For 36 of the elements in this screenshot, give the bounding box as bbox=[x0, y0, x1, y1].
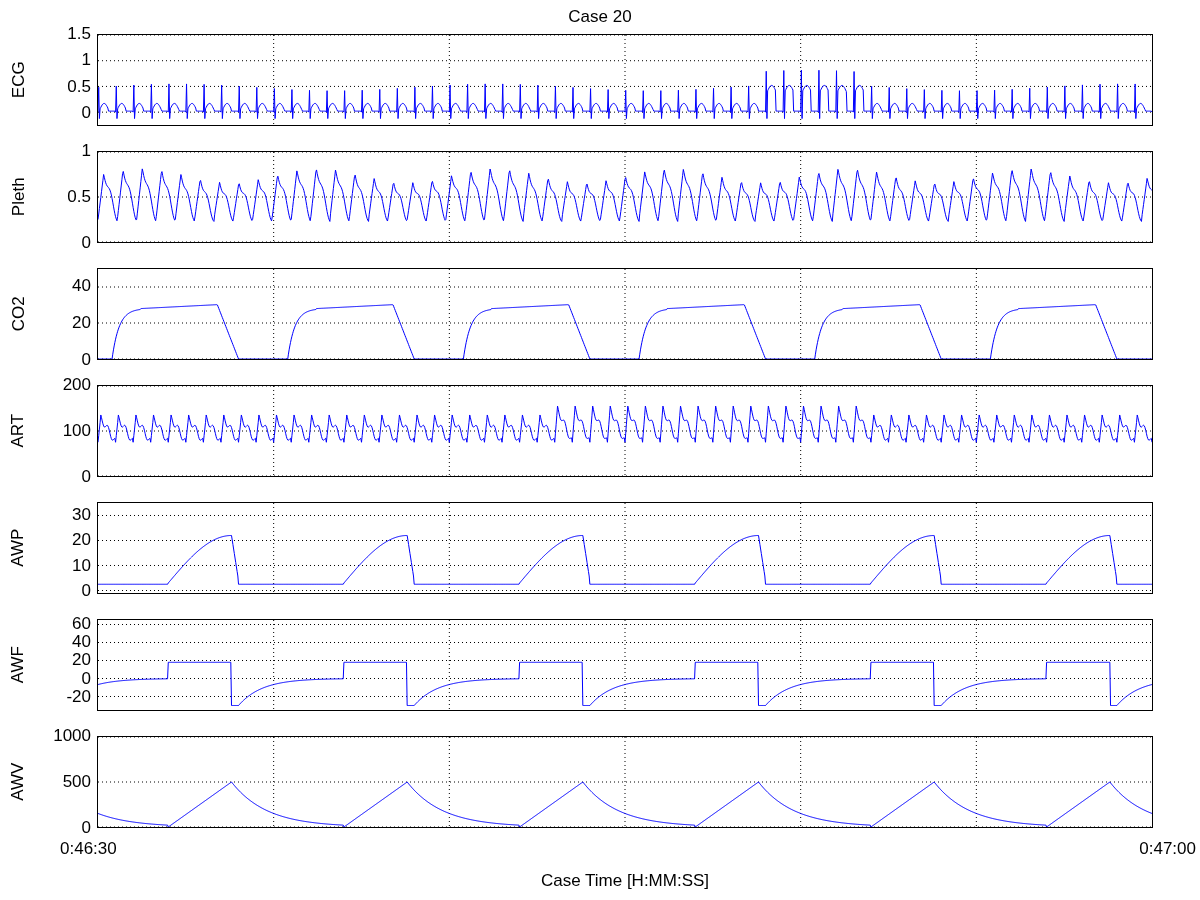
tick-label: 1 bbox=[81, 51, 91, 70]
tick-label: 1000 bbox=[53, 727, 91, 745]
tick-label: 20 bbox=[72, 314, 91, 333]
axis-label: Pleth bbox=[7, 177, 29, 217]
tick-label: 0 bbox=[81, 103, 91, 122]
axis-label: ECG bbox=[7, 61, 29, 99]
tick-label: 0:47:00 bbox=[1139, 838, 1196, 860]
tick-label: 20 bbox=[72, 531, 91, 550]
axis-label: CO2 bbox=[7, 296, 29, 332]
tick-label: 10 bbox=[72, 556, 91, 575]
tick-label: 0.5 bbox=[67, 77, 91, 96]
tick-label: 40 bbox=[72, 633, 91, 651]
axis-label: AWP bbox=[7, 528, 29, 568]
tick-label: 30 bbox=[72, 505, 91, 524]
axis-label: ART bbox=[7, 414, 29, 448]
axis-label: Case Time [H:MM:SS] bbox=[540, 869, 710, 892]
tick-label: 0 bbox=[81, 468, 91, 486]
tick-label: 0 bbox=[81, 582, 91, 601]
tick-label: 0 bbox=[81, 669, 91, 688]
tick-label: 0 bbox=[81, 819, 91, 837]
tick-label: 500 bbox=[62, 773, 91, 791]
axis-label: AWF bbox=[7, 646, 29, 684]
axis-label: AWV bbox=[7, 762, 29, 802]
tick-label: -20 bbox=[66, 688, 91, 707]
tick-label: 0.5 bbox=[67, 188, 91, 206]
chart-title: Case 20 bbox=[568, 6, 632, 29]
tick-label: 0 bbox=[81, 351, 91, 369]
tick-label: 60 bbox=[72, 614, 91, 633]
tick-label: 40 bbox=[72, 277, 91, 296]
tick-label: 1 bbox=[81, 142, 91, 160]
tick-label: 20 bbox=[72, 651, 91, 670]
tick-label: 1.5 bbox=[67, 25, 91, 43]
tick-label: 200 bbox=[62, 376, 91, 394]
tick-label: 100 bbox=[62, 422, 91, 440]
tick-label: 0 bbox=[81, 234, 91, 252]
tick-label: 0:46:30 bbox=[60, 838, 117, 860]
